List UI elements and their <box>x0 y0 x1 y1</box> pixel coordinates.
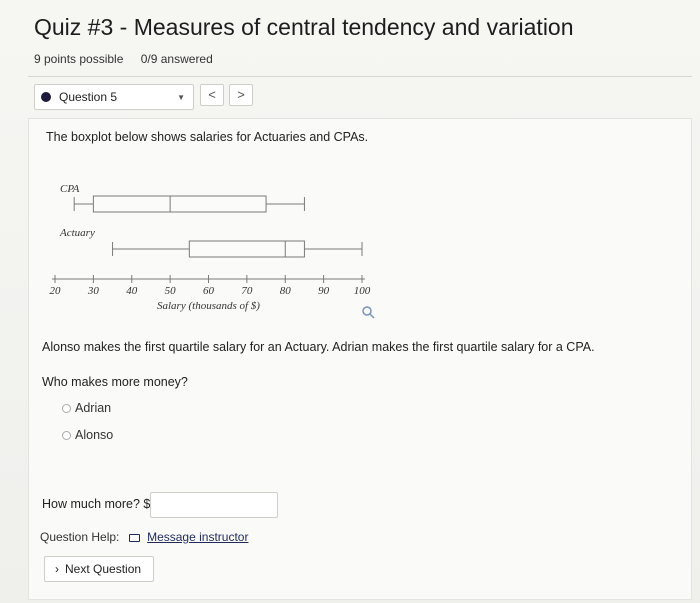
option-label: Alonso <box>75 428 114 442</box>
next-question-button[interactable]: › Next Question <box>44 556 154 582</box>
zoom-icon[interactable] <box>361 305 375 324</box>
option-alonso[interactable]: Alonso <box>62 428 113 442</box>
x-tick-label: 40 <box>126 285 138 297</box>
question-help: Question Help: Message instructor <box>40 530 248 544</box>
question-ask: Who makes more money? <box>42 375 188 389</box>
series-label: CPA <box>60 183 80 195</box>
answered-count: 0/9 answered <box>140 52 213 66</box>
x-tick-label: 30 <box>87 285 100 297</box>
how-much-label: How much more? $ <box>42 497 151 511</box>
boxplot-chart: CPA Actuary 20 30 40 50 60 70 80 90 100 Salary (tho… <box>50 183 371 312</box>
series-label: Actuary <box>59 227 95 239</box>
x-tick-label: 80 <box>280 285 292 297</box>
x-tick-label: 90 <box>318 285 330 297</box>
x-tick-label: 70 <box>241 285 253 297</box>
header-divider <box>28 76 692 77</box>
amount-input[interactable] <box>150 492 278 518</box>
caret-down-icon: ▼ <box>177 93 185 102</box>
quiz-meta: 9 points possible 0/9 answered <box>34 52 227 66</box>
option-adrian[interactable]: Adrian <box>62 401 111 415</box>
status-dot-icon <box>41 92 51 102</box>
help-label: Question Help: <box>40 530 120 544</box>
question-select-label: Question 5 <box>59 90 118 104</box>
question-intro: The boxplot below shows salaries for Act… <box>46 130 369 144</box>
chevron-right-icon: › <box>55 562 59 576</box>
points-possible: 9 points possible <box>34 52 124 66</box>
iqr-box <box>188 240 305 258</box>
option-label: Adrian <box>75 401 112 415</box>
previous-question-button[interactable]: < <box>200 84 224 106</box>
envelope-icon <box>128 533 140 542</box>
next-question-arrow-button[interactable]: > <box>229 84 253 106</box>
x-tick-label: 100 <box>354 285 371 297</box>
next-question-label: Next Question <box>65 562 142 576</box>
quiz-page: Quiz #3 - Measures of central tendency a… <box>0 0 700 603</box>
question-select[interactable]: Question 5 ▼ <box>34 84 194 110</box>
radio-icon[interactable] <box>62 403 71 413</box>
question-statement: Alonso makes the first quartile salary f… <box>42 340 595 354</box>
x-tick-label: 60 <box>203 285 215 297</box>
message-instructor-link[interactable]: Message instructor <box>147 530 248 544</box>
x-axis-label: Salary (thousands of $) <box>157 300 260 312</box>
radio-icon[interactable] <box>62 430 71 440</box>
page-title: Quiz #3 - Measures of central tendency a… <box>34 14 574 40</box>
iqr-box <box>92 195 267 213</box>
x-tick-label: 50 <box>165 285 177 297</box>
x-tick-label: 20 <box>50 285 62 297</box>
